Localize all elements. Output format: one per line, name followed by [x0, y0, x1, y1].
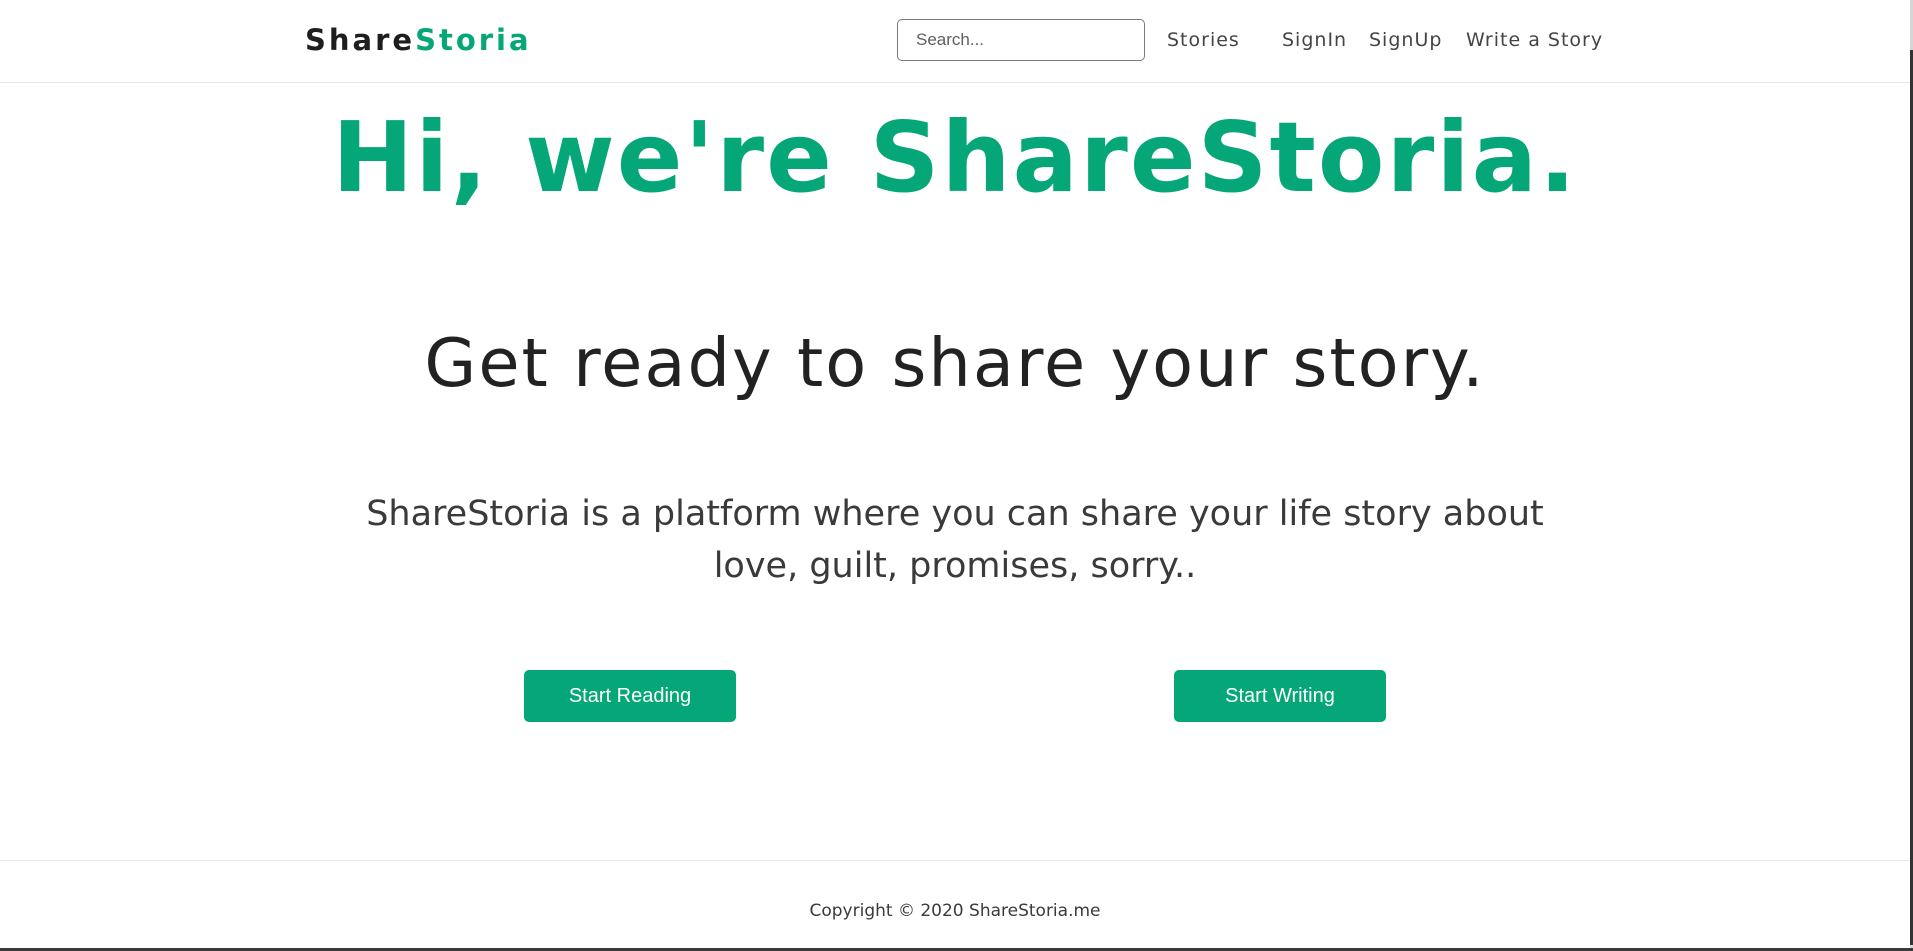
- nav-link-signup[interactable]: SignUp: [1369, 27, 1442, 53]
- page: ShareStoria Stories SignIn SignUp Write …: [0, 0, 1913, 951]
- brand-logo-share: Share: [305, 23, 416, 57]
- site-footer: Copyright © 2020 ShareStoria.me: [0, 860, 1910, 951]
- hero-subtitle: Get ready to share your story.: [424, 324, 1486, 402]
- nav-link-signin[interactable]: SignIn: [1282, 27, 1347, 53]
- brand-logo-storia: Storia: [415, 23, 532, 57]
- brand-logo[interactable]: ShareStoria: [305, 20, 532, 60]
- hero-title: Hi, we're ShareStoria.: [332, 101, 1578, 214]
- copyright-text: Copyright © 2020 ShareStoria.me: [809, 901, 1101, 921]
- start-writing-button[interactable]: Start Writing: [1174, 670, 1386, 722]
- search-input[interactable]: [897, 19, 1145, 61]
- start-reading-button[interactable]: Start Reading: [524, 670, 736, 722]
- site-header: ShareStoria Stories SignIn SignUp Write …: [0, 0, 1910, 83]
- hero-description: ShareStoria is a platform where you can …: [366, 494, 1544, 586]
- nav-link-write-story[interactable]: Write a Story: [1466, 27, 1603, 53]
- nav-link-stories[interactable]: Stories: [1167, 27, 1240, 53]
